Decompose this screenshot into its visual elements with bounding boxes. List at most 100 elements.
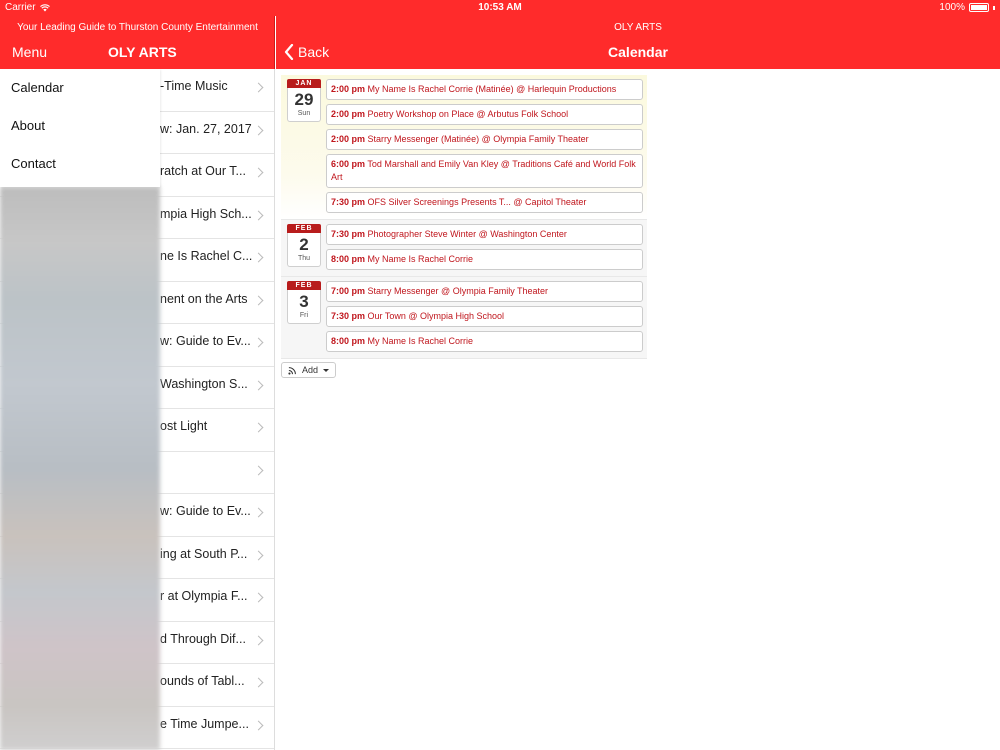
- chevron-right-icon: [253, 380, 264, 390]
- list-item-label: ost Light: [160, 419, 208, 433]
- chevron-right-icon: [253, 252, 264, 263]
- chevron-right-icon: [253, 295, 264, 305]
- chevron-right-icon: [253, 82, 264, 93]
- event-item[interactable]: 7:30 pm Our Town @ Olympia High School: [326, 306, 643, 327]
- list-item-label: nent on the Arts: [160, 291, 248, 306]
- event-item[interactable]: 2:00 pm Starry Messenger (Matinée) @ Oly…: [326, 129, 643, 150]
- event-title: Photographer Steve Winter @ Washington C…: [367, 229, 567, 239]
- list-item-label: r at Olympia F...: [160, 589, 248, 603]
- date-badge: JAN 29 Sun: [287, 79, 321, 219]
- list-item-label: -Time Music: [160, 79, 228, 93]
- app-screen: Carrier 10:53 AM 100% Your Leading Guide…: [0, 0, 1000, 750]
- event-time: 2:00 pm: [331, 134, 366, 144]
- event-list: 7:30 pm Photographer Steve Winter @ Wash…: [326, 220, 647, 276]
- event-time: 7:30 pm: [331, 229, 366, 239]
- event-title: OFS Silver Screenings Presents T... @ Ca…: [367, 197, 587, 207]
- list-item-label: mpia High Sch...: [160, 206, 252, 221]
- chevron-right-icon: [253, 592, 264, 603]
- event-item[interactable]: 8:00 pm My Name Is Rachel Corrie: [326, 331, 643, 352]
- date-month: FEB: [287, 281, 321, 290]
- event-time: 8:00 pm: [331, 254, 366, 264]
- calendar-day: JAN 29 Sun 2:00 pm My Name Is Rachel Cor…: [281, 75, 647, 220]
- chevron-right-icon: [253, 167, 264, 178]
- event-title: Starry Messenger (Matinée) @ Olympia Fam…: [367, 134, 589, 144]
- event-time: 8:00 pm: [331, 336, 366, 346]
- blurred-thumbnails: [0, 187, 160, 750]
- event-title: My Name Is Rachel Corrie: [367, 336, 474, 346]
- status-time: 10:53 AM: [478, 2, 522, 13]
- list-item-label: d Through Dif...: [160, 631, 246, 646]
- date-day: 3: [299, 292, 309, 311]
- event-title: Our Town @ Olympia High School: [367, 311, 505, 321]
- chevron-right-icon: [253, 635, 264, 645]
- page-title: Calendar: [608, 44, 668, 60]
- event-title: Tod Marshall and Emily Van Kley @ Tradit…: [331, 159, 636, 182]
- event-time: 7:30 pm: [331, 311, 366, 321]
- menu-item-about[interactable]: About: [0, 107, 160, 145]
- date-month: JAN: [287, 79, 321, 88]
- event-time: 7:00 pm: [331, 286, 366, 296]
- list-item-label: w: Guide to Ev...: [160, 504, 251, 518]
- event-time: 7:30 pm: [331, 197, 366, 207]
- event-item[interactable]: 7:30 pm OFS Silver Screenings Presents T…: [326, 192, 643, 213]
- date-box: 29 Sun: [287, 88, 321, 122]
- date-box: 2 Thu: [287, 233, 321, 267]
- chevron-right-icon: [253, 677, 264, 688]
- calendar-day: FEB 2 Thu 7:30 pm Photographer Steve Win…: [281, 220, 647, 277]
- event-list: 2:00 pm My Name Is Rachel Corrie (Matiné…: [326, 75, 647, 219]
- chevron-right-icon: [253, 125, 264, 135]
- date-day: 29: [294, 90, 314, 109]
- menu-item-calendar[interactable]: Calendar: [0, 69, 160, 107]
- chevron-right-icon: [253, 550, 264, 560]
- right-header: OLY ARTS Back Calendar: [276, 16, 1000, 69]
- battery-tip: [993, 5, 995, 10]
- chevron-right-icon: [253, 422, 264, 433]
- event-list: 7:00 pm Starry Messenger @ Olympia Famil…: [326, 277, 647, 358]
- header-subtitle: OLY ARTS: [614, 22, 662, 33]
- list-item-label: e Time Jumpe...: [160, 716, 249, 731]
- event-time: 2:00 pm: [331, 84, 366, 94]
- battery-percent: 100%: [939, 2, 965, 13]
- list-item-label: ing at South P...: [160, 546, 248, 561]
- list-item-label: Washington S...: [160, 376, 248, 391]
- date-weekday: Sun: [297, 110, 311, 117]
- date-weekday: Thu: [297, 255, 311, 262]
- event-item[interactable]: 2:00 pm Poetry Workshop on Place @ Arbut…: [326, 104, 643, 125]
- list-item-label: ounds of Tabl...: [160, 674, 245, 688]
- event-item[interactable]: 7:30 pm Photographer Steve Winter @ Wash…: [326, 224, 643, 245]
- chevron-right-icon: [253, 720, 264, 730]
- event-time: 6:00 pm: [331, 159, 366, 169]
- date-box: 3 Fri: [287, 290, 321, 324]
- menu-button[interactable]: Menu: [12, 44, 47, 60]
- side-menu: Calendar About Contact: [0, 69, 160, 187]
- event-time: 2:00 pm: [331, 109, 366, 119]
- date-month: FEB: [287, 224, 321, 233]
- add-label: Add: [302, 365, 319, 375]
- date-day: 2: [299, 235, 309, 254]
- calendar-day: FEB 3 Fri 7:00 pm Starry Messenger @ Oly…: [281, 277, 647, 359]
- event-item[interactable]: 2:00 pm My Name Is Rachel Corrie (Matiné…: [326, 79, 643, 100]
- caret-down-icon: [323, 368, 330, 372]
- event-item[interactable]: 7:00 pm Starry Messenger @ Olympia Famil…: [326, 281, 643, 302]
- date-badge: FEB 3 Fri: [287, 281, 321, 358]
- event-title: Starry Messenger @ Olympia Family Theate…: [367, 286, 549, 296]
- brand-title: OLY ARTS: [108, 44, 177, 60]
- list-item-label: ratch at Our T...: [160, 164, 246, 178]
- add-calendar-button[interactable]: Add: [281, 362, 337, 378]
- date-weekday: Fri: [299, 312, 309, 319]
- chevron-right-icon: [253, 507, 264, 518]
- list-item-label: ne Is Rachel C...: [160, 249, 252, 263]
- status-bar: Carrier 10:53 AM 100%: [0, 0, 1000, 16]
- tagline: Your Leading Guide to Thurston County En…: [17, 22, 258, 33]
- rss-icon: [288, 366, 296, 375]
- chevron-right-icon: [253, 465, 264, 475]
- event-item[interactable]: 6:00 pm Tod Marshall and Emily Van Kley …: [326, 154, 643, 188]
- battery-icon: [969, 3, 989, 12]
- list-item-label: w: Jan. 27, 2017: [160, 121, 252, 136]
- menu-item-contact[interactable]: Contact: [0, 145, 160, 183]
- calendar-agenda: JAN 29 Sun 2:00 pm My Name Is Rachel Cor…: [281, 75, 647, 380]
- chevron-right-icon: [253, 337, 264, 348]
- battery-info: 100%: [939, 2, 995, 13]
- left-header: Your Leading Guide to Thurston County En…: [0, 16, 275, 69]
- event-item[interactable]: 8:00 pm My Name Is Rachel Corrie: [326, 249, 643, 270]
